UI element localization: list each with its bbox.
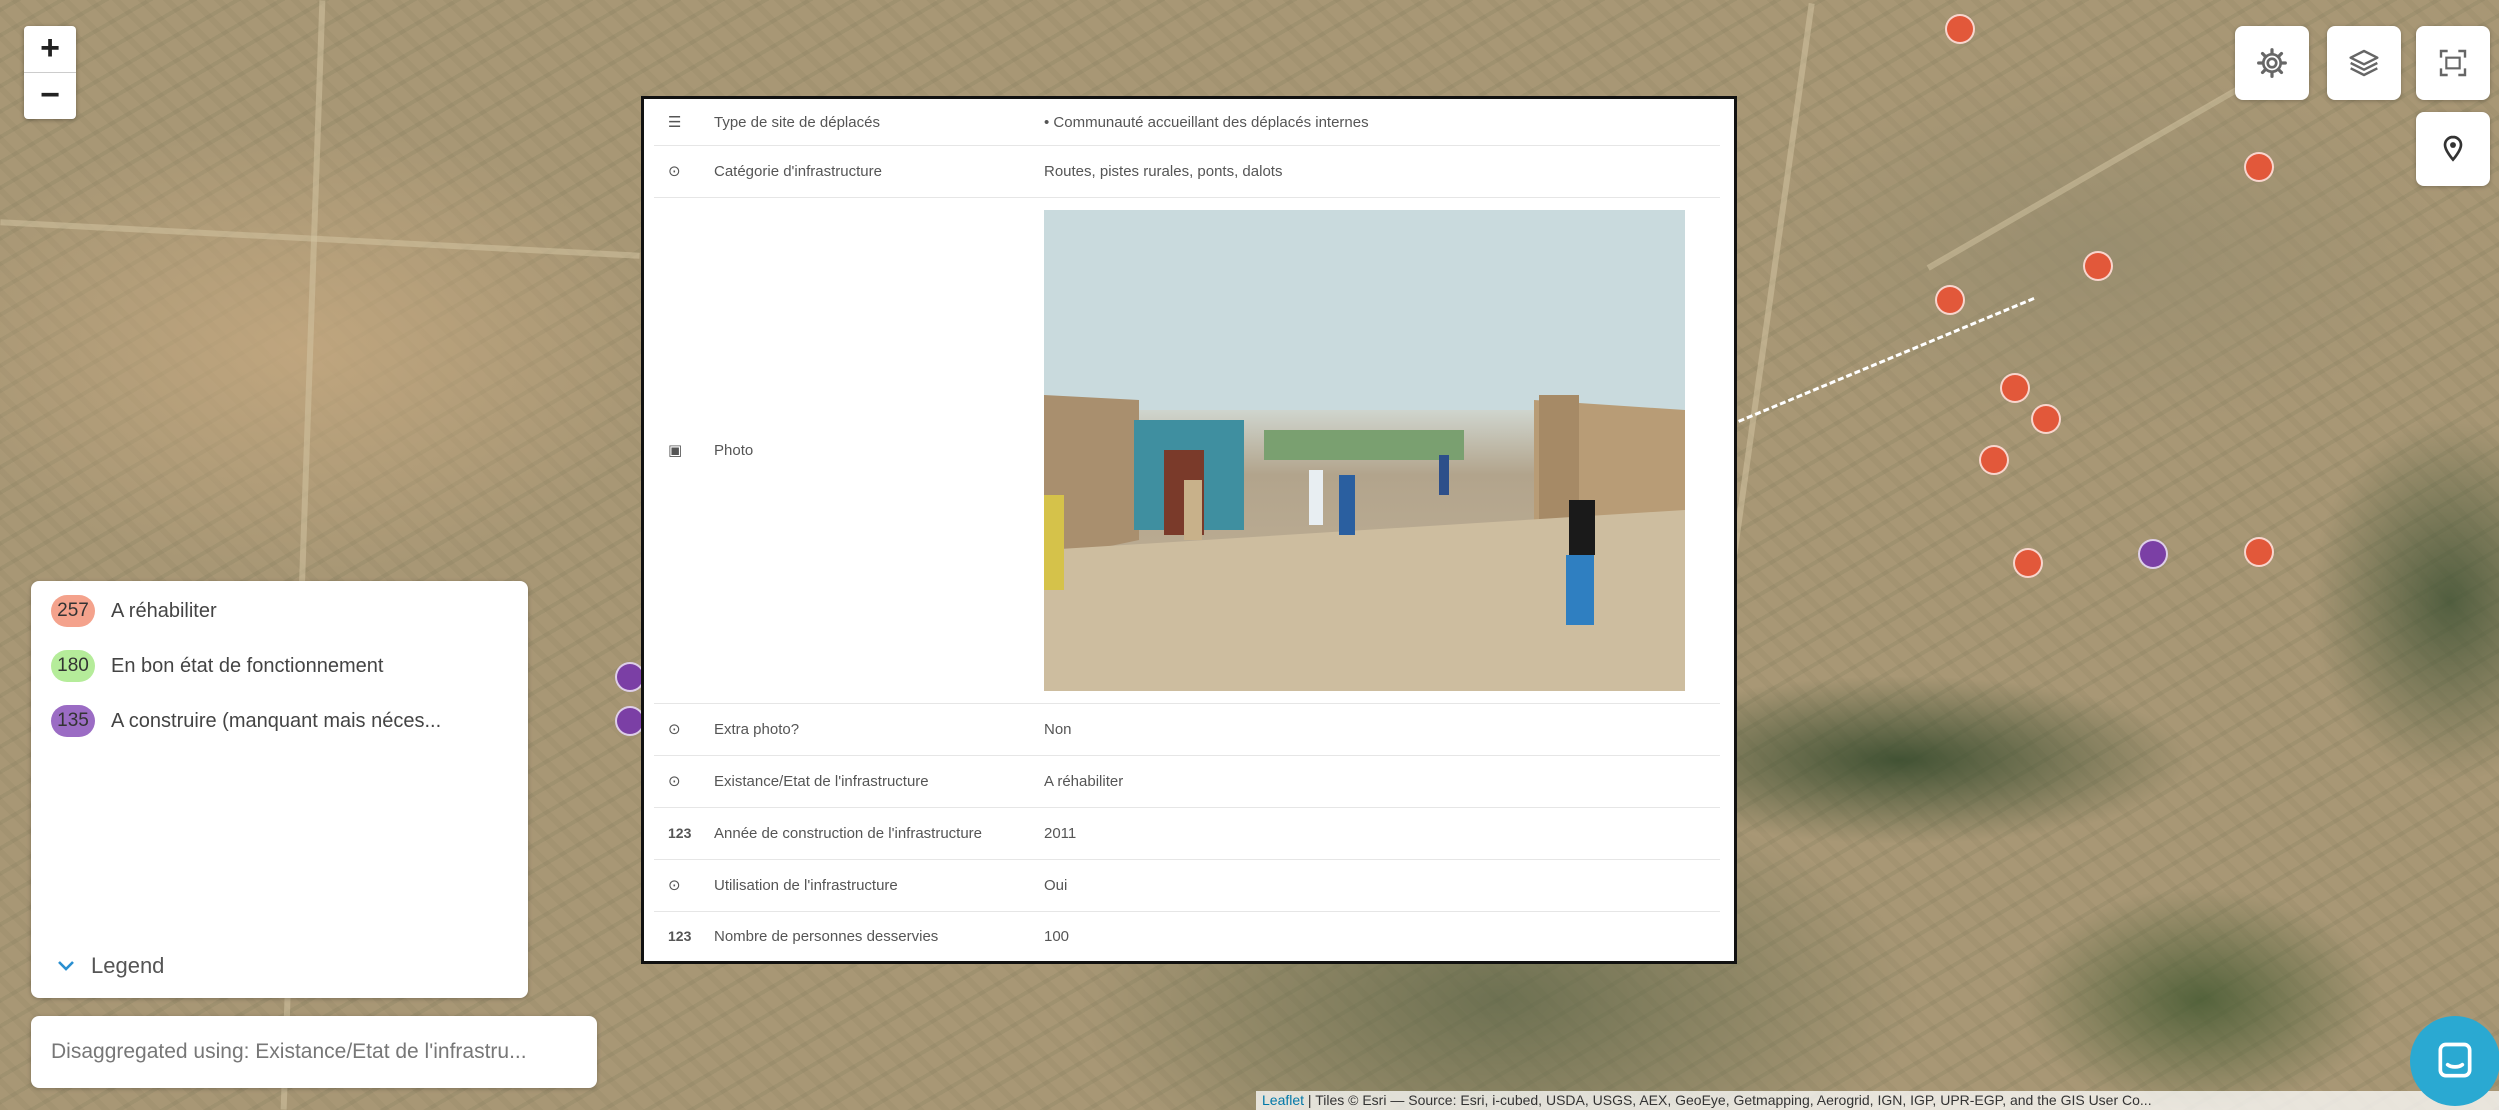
popup-row: 123 Année de construction de l'infrastru… (654, 807, 1720, 860)
popup-row-label: Utilisation de l'infrastructure (714, 876, 898, 894)
map-marker-rehab[interactable] (2013, 548, 2043, 578)
popup-row-label: Photo (714, 441, 754, 459)
popup-row-value: Non (1044, 720, 1072, 738)
popup-row-label: Année de construction de l'infrastructur… (714, 824, 983, 842)
popup-row-label: Catégorie d'infrastructure (714, 162, 882, 180)
chat-support-button[interactable] (2410, 1016, 2499, 1106)
radio-icon: ⊙ (668, 163, 681, 180)
settings-button[interactable] (2235, 26, 2309, 100)
map-marker-rehab[interactable] (2000, 373, 2030, 403)
legend-toggle-label: Legend (91, 953, 165, 978)
map-road (0, 219, 640, 259)
legend-count-badge: 257 (51, 595, 95, 627)
popup-row-label: Extra photo? (714, 720, 800, 738)
fullscreen-icon (2439, 49, 2467, 77)
popup-row-label: Nombre de personnes desservies (714, 927, 939, 945)
popup-row-value: Routes, pistes rurales, ponts, dalots (1044, 162, 1283, 180)
map-marker-rehab-selected[interactable] (2031, 404, 2061, 434)
popup-row-photo: ▣ Photo (654, 197, 1720, 704)
gear-icon (2257, 48, 2287, 78)
legend-panel: 257 A réhabiliter 180 En bon état de fon… (31, 581, 528, 998)
legend-toggle-button[interactable]: Legend (57, 953, 164, 979)
feature-popup: ☰ Type de site de déplacés • Communauté … (641, 96, 1737, 964)
map-marker-rehab[interactable] (2083, 251, 2113, 281)
popup-row-value: Oui (1044, 876, 1068, 894)
zoom-control: + − (24, 26, 76, 119)
location-button[interactable] (2416, 112, 2490, 186)
legend-count-badge: 135 (51, 705, 95, 737)
popup-row: 123 Nombre de personnes desservies 100 (654, 911, 1720, 961)
chevron-down-icon (58, 961, 74, 971)
popup-row-value: 2011 (1044, 824, 1077, 842)
legend-item-rehabilitate[interactable]: 257 A réhabiliter (51, 595, 217, 627)
popup-row-value: 100 (1044, 927, 1070, 945)
radio-icon: ⊙ (668, 773, 681, 790)
map-marker-rehab[interactable] (1935, 285, 1965, 315)
leaflet-link[interactable]: Leaflet (1262, 1092, 1304, 1108)
popup-row-label: Type de site de déplacés (714, 113, 880, 131)
popup-row: ⊙ Utilisation de l'infrastructure Oui (654, 859, 1720, 912)
map-pin-icon (2443, 135, 2463, 162)
popup-row: ⊙ Extra photo? Non (654, 703, 1720, 756)
zoom-out-button[interactable]: − (24, 72, 76, 119)
legend-item-label: A réhabiliter (111, 599, 217, 622)
popup-connector-line (1738, 297, 2035, 423)
popup-row-label: Existance/Etat de l'infrastructure (714, 772, 929, 790)
popup-row: ⊙ Catégorie d'infrastructure Routes, pis… (654, 145, 1720, 198)
popup-row-value (1044, 209, 1720, 691)
map-marker-rehab[interactable] (1945, 14, 1975, 44)
chat-icon (2438, 1042, 2472, 1078)
layers-button[interactable] (2327, 26, 2401, 100)
popup-row-value: • Communauté accueillant des déplacés in… (1044, 113, 1369, 131)
number-icon: 123 (668, 928, 692, 944)
radio-icon: ⊙ (668, 721, 681, 738)
legend-item-label: En bon état de fonctionnement (111, 654, 384, 677)
list-icon: ☰ (668, 114, 682, 131)
legend-item-to-construct[interactable]: 135 A construire (manquant mais néces... (51, 705, 441, 737)
zoom-in-button[interactable]: + (24, 26, 76, 72)
map-attribution: Leaflet | Tiles © Esri — Source: Esri, i… (1256, 1091, 2499, 1110)
number-icon: 123 (668, 825, 692, 841)
layers-icon (2349, 49, 2379, 77)
attribution-text: | Tiles © Esri — Source: Esri, i-cubed, … (1304, 1092, 2152, 1108)
legend-item-label: A construire (manquant mais néces... (111, 709, 442, 732)
map-marker-rehab[interactable] (2244, 537, 2274, 567)
street-scene-image (1044, 209, 1685, 691)
map-marker-construct[interactable] (2138, 539, 2168, 569)
map-marker-rehab[interactable] (2244, 152, 2274, 182)
disaggregation-selector[interactable]: Disaggregated using: Existance/Etat de l… (31, 1016, 597, 1088)
legend-item-good-condition[interactable]: 180 En bon état de fonctionnement (51, 650, 383, 682)
image-icon: ▣ (668, 442, 683, 459)
map-marker-rehab[interactable] (1979, 445, 2009, 475)
fullscreen-button[interactable] (2416, 26, 2490, 100)
infrastructure-photo[interactable] (1044, 209, 1685, 691)
popup-row: ⊙ Existance/Etat de l'infrastructure A r… (654, 755, 1720, 808)
radio-icon: ⊙ (668, 877, 681, 894)
popup-row-value: A réhabiliter (1044, 772, 1124, 790)
popup-row: ☰ Type de site de déplacés • Communauté … (654, 99, 1720, 146)
legend-count-badge: 180 (51, 650, 95, 682)
